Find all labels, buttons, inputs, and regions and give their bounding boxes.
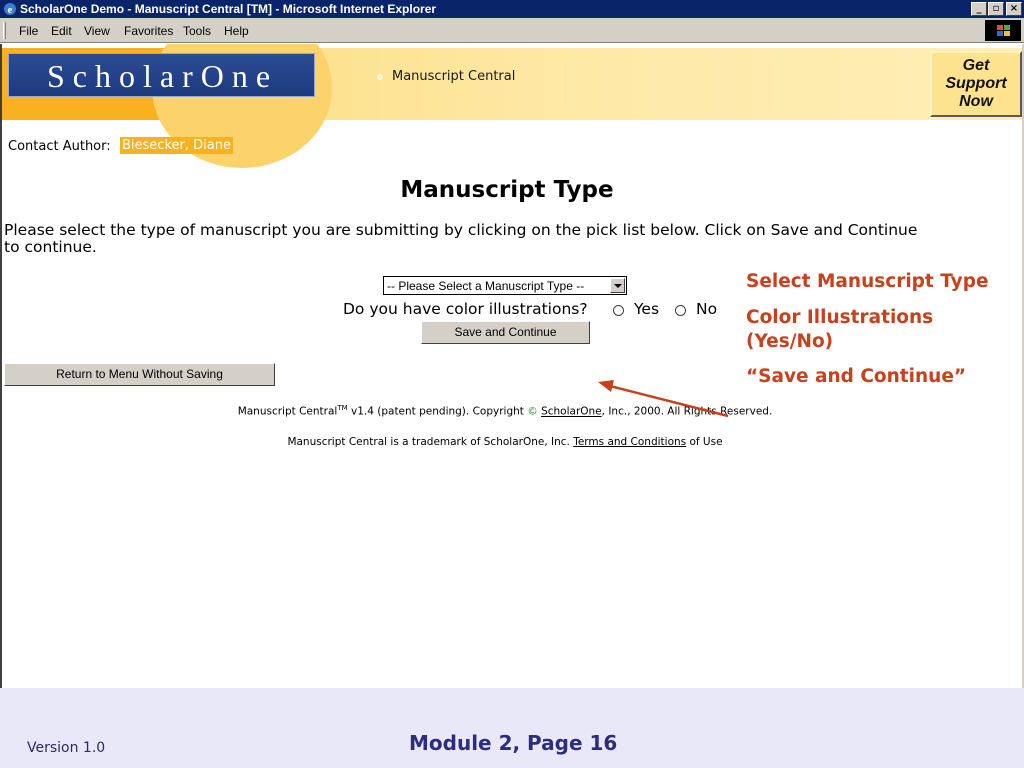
window-title: ScholarOne Demo - Manuscript Central [TM… — [20, 2, 437, 16]
color-no-radio[interactable] — [675, 305, 686, 316]
get-support-button[interactable]: Get Support Now — [930, 51, 1022, 117]
annotation-save-continue: “Save and Continue” — [746, 366, 967, 387]
annotation-color-illustrations: Color Illustrations (Yes/No) — [746, 307, 934, 352]
trademark-line: Manuscript Central is a trademark of Sch… — [287, 436, 723, 448]
return-to-menu-button[interactable]: Return to Menu Without Saving — [4, 363, 275, 386]
color-illustrations-question: Do you have color illustrations? — [343, 300, 588, 318]
save-and-continue-button[interactable]: Save and Continue — [421, 321, 590, 344]
menu-help[interactable]: Help — [224, 24, 249, 38]
menu-edit[interactable]: Edit — [51, 24, 72, 38]
logo-text: ScholarOne — [46, 58, 279, 94]
browser-content: ScholarOne Manuscript Central Get Suppor… — [0, 44, 1024, 688]
site-banner: ScholarOne Manuscript Central Get Suppor… — [2, 44, 1022, 168]
windows-logo-icon — [985, 20, 1021, 41]
menu-view[interactable]: View — [84, 24, 110, 38]
copyright-line: Manuscript CentralTM v1.4 (patent pendin… — [237, 404, 773, 418]
svg-text:e: e — [8, 4, 13, 16]
scholarone-logo[interactable]: ScholarOne — [8, 53, 315, 97]
menu-file[interactable]: File — [19, 24, 38, 38]
terms-and-conditions-link[interactable]: Terms and Conditions — [573, 436, 686, 448]
color-yes-radio[interactable] — [613, 305, 624, 316]
maximize-button[interactable]: ▫ — [988, 2, 1004, 16]
bullet-icon — [377, 74, 383, 80]
color-no-label: No — [696, 300, 718, 318]
page-title: Manuscript Type — [400, 177, 614, 203]
select-value: -- Please Select a Manuscript Type -- — [387, 279, 585, 293]
annotation-select-type: Select Manuscript Type — [746, 271, 989, 292]
menu-tools[interactable]: Tools — [183, 24, 211, 38]
annotation-arrow-icon — [598, 380, 729, 418]
version-label: Version 1.0 — [27, 740, 106, 756]
module-page-label: Module 2, Page 16 — [409, 731, 618, 755]
copyright-icon: © — [527, 405, 538, 418]
slide-footer: Version 1.0 Module 2, Page 16 — [0, 688, 1024, 768]
window-title-bar: e ScholarOne Demo - Manuscript Central [… — [0, 0, 1024, 18]
close-button[interactable]: × — [1006, 2, 1022, 16]
manuscript-type-select[interactable]: -- Please Select a Manuscript Type -- — [383, 276, 627, 295]
banner-label: Manuscript Central — [392, 69, 516, 84]
minimize-button[interactable]: _ — [971, 2, 987, 16]
color-yes-label: Yes — [634, 300, 660, 318]
internet-explorer-icon: e — [4, 3, 16, 16]
menu-bar: File Edit View Favorites Tools Help — [0, 18, 1024, 43]
chevron-down-icon[interactable] — [610, 278, 625, 293]
toolbar-grip[interactable] — [3, 22, 6, 39]
menu-favorites[interactable]: Favorites — [124, 24, 173, 38]
instructions-text: Please select the type of manuscript you… — [4, 221, 918, 256]
contact-author-label: Contact Author: — [8, 139, 111, 154]
contact-author-name: Biesecker, Diane — [120, 137, 233, 154]
